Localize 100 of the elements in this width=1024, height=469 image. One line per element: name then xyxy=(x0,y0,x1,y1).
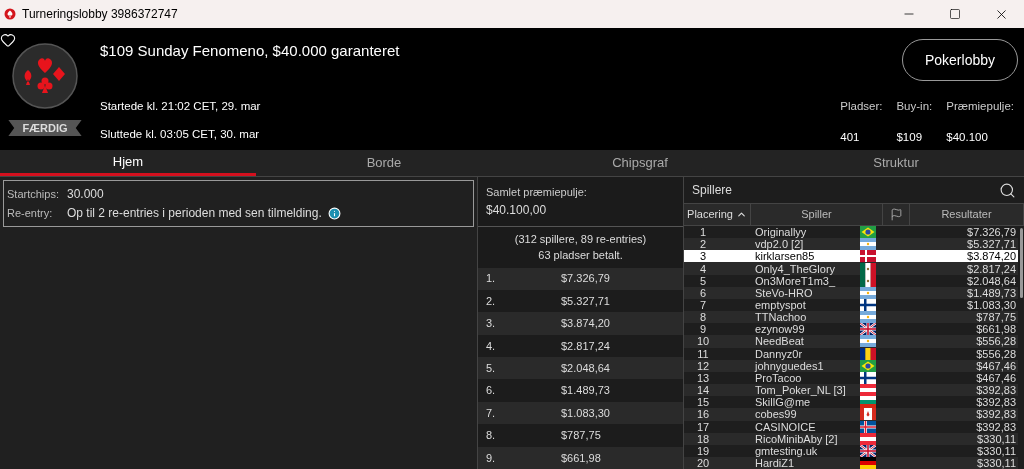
rank-cell-text: 11 xyxy=(696,347,710,360)
player-name: NeedBeat xyxy=(754,335,805,348)
tournament-name: $109 Sunday Fenomeno, $40.000 garanteret xyxy=(100,41,400,61)
flag-icon xyxy=(859,274,876,287)
payout-place: 2. xyxy=(486,293,497,309)
payout-amount: $3.874,20 xyxy=(561,316,610,332)
stat-value: $40.100 xyxy=(946,130,989,146)
rank-cell-text: 2 xyxy=(698,238,708,251)
result-cell-text: $2.817,24 xyxy=(966,262,1017,275)
payout-amount: $787,75 xyxy=(561,428,601,444)
payout-place: 6. xyxy=(486,383,497,399)
result-cell-text: $392,83 xyxy=(975,420,1017,433)
player-name: gmtesting.uk xyxy=(754,444,818,457)
payout-place: 1. xyxy=(486,271,497,287)
flag-icon xyxy=(859,396,876,409)
info-value: Op til 2 re-entries i perioden med sen tilmelding. xyxy=(67,205,322,222)
tab[interactable]: Struktur xyxy=(768,150,1024,176)
column-header[interactable]: Resultater xyxy=(910,204,1024,225)
payout-place: 8. xyxy=(486,428,497,444)
flag-icon xyxy=(859,347,876,360)
stat-value: 401 xyxy=(840,130,861,146)
rank-cell-text: 16 xyxy=(695,408,711,421)
tab[interactable]: Hjem xyxy=(0,150,256,176)
player-name: Originallyy xyxy=(754,226,808,239)
player-name: johnyguedes1 xyxy=(753,359,825,372)
column-header[interactable]: Placering xyxy=(684,204,751,225)
player-name: TTNachoo xyxy=(754,311,808,324)
player-name: ProTacoo xyxy=(755,371,802,384)
player-name: kirklarsen85 xyxy=(754,250,816,263)
spade-logo-icon xyxy=(4,8,16,20)
players-title: Spillere xyxy=(692,182,733,199)
player-name: SteVo-HRO xyxy=(754,286,813,299)
column-header[interactable]: Spiller xyxy=(751,204,883,225)
player-row[interactable]: 14 Tom_Poker_NL [3] $392,83 xyxy=(684,384,1018,397)
player-row[interactable]: 16 cobes99 $392,83 xyxy=(684,408,1018,421)
player-name: emptyspot xyxy=(754,299,807,311)
rank-cell-text: 1 xyxy=(698,226,708,239)
result-cell-text: $330,11 xyxy=(976,457,1017,469)
payout-place: 4. xyxy=(486,338,497,354)
flag-icon xyxy=(859,384,876,397)
payout-place: 5. xyxy=(486,361,497,376)
start-time: Startede kl. 21:02 CET, 29. mar xyxy=(100,98,262,114)
result-cell-text: $556,28 xyxy=(975,347,1017,360)
result-cell-text: $467,46 xyxy=(975,371,1017,384)
rank-cell-text: 8 xyxy=(698,311,708,324)
tab[interactable]: Borde xyxy=(256,150,512,176)
player-row[interactable]: 8 TTNachoo $787,75 xyxy=(684,311,1018,324)
info-icon[interactable] xyxy=(327,206,341,220)
rank-cell-text: 15 xyxy=(695,396,711,409)
result-cell-text: $392,83 xyxy=(975,384,1017,397)
flag-icon xyxy=(859,408,876,421)
info-label: Startchips: xyxy=(7,186,60,202)
flag-icon xyxy=(859,432,876,445)
result-cell-text: $392,83 xyxy=(975,408,1017,421)
rank-cell-text: 10 xyxy=(695,335,711,348)
payout-amount: $1.083,30 xyxy=(561,405,610,421)
result-cell-text: $2.048,64 xyxy=(966,274,1017,287)
rank-cell-text: 3 xyxy=(698,250,708,263)
result-cell-text: $7.326,79 xyxy=(966,226,1017,239)
rank-cell-text: 5 xyxy=(698,274,708,287)
search-icon[interactable] xyxy=(999,181,1016,199)
player-row[interactable]: 2 vdp2.0 [2] $5.327,71 xyxy=(684,238,1018,251)
rank-cell-text: 14 xyxy=(695,384,711,397)
flag-icon xyxy=(859,250,876,263)
flag-icon xyxy=(889,208,903,221)
payout-amount: $2.048,64 xyxy=(561,361,610,376)
player-name: HardiZ1 xyxy=(754,457,796,469)
tab[interactable]: Chipsgraf xyxy=(512,150,768,176)
result-cell-text: $5.327,71 xyxy=(966,238,1017,251)
player-name: Dannyz0r xyxy=(754,347,804,360)
result-cell-text: $556,28 xyxy=(975,335,1017,348)
result-cell-text: $3.874,20 xyxy=(966,250,1017,263)
favorite-heart-icon[interactable] xyxy=(0,32,16,48)
rank-cell-text: 17 xyxy=(695,420,711,433)
flag-icon xyxy=(859,457,876,469)
result-cell-text: $661,98 xyxy=(975,323,1017,336)
payout-amount: $661,98 xyxy=(561,450,601,466)
payout-amount: $2.817,24 xyxy=(561,338,610,354)
player-row[interactable]: 3 kirklarsen85 $3.874,20 xyxy=(684,250,1018,263)
player-row[interactable]: 4 Only4_TheGlory $2.817,24 xyxy=(684,262,1018,275)
prize-pool-total: $40.100,00 xyxy=(486,201,548,219)
stat-label: Buy-in: xyxy=(896,99,933,114)
flag-icon xyxy=(859,226,876,239)
flag-icon xyxy=(859,311,876,324)
rank-cell-text: 20 xyxy=(695,457,711,469)
stat-label: Præmiepulje: xyxy=(946,99,1014,114)
player-row[interactable]: 10 NeedBeat $556,28 xyxy=(684,335,1018,348)
result-cell-text: $392,83 xyxy=(975,396,1017,409)
result-cell-text: $330,11 xyxy=(976,444,1017,457)
stat-label: Pladser: xyxy=(840,99,883,114)
rank-cell-text: 7 xyxy=(698,299,708,311)
window-title: Turneringslobby 3986372747 xyxy=(22,6,178,23)
rank-cell-text: 18 xyxy=(695,432,711,445)
payout-place: 7. xyxy=(486,405,497,421)
prize-pool-label: Samlet præmiepulje: xyxy=(486,185,588,200)
maximize-icon xyxy=(949,8,961,20)
player-name: ezynow99 xyxy=(754,323,806,336)
result-cell-text: $1.489,73 xyxy=(966,286,1017,299)
result-cell-text: $467,46 xyxy=(975,359,1017,372)
rank-cell-text: 6 xyxy=(698,286,708,299)
